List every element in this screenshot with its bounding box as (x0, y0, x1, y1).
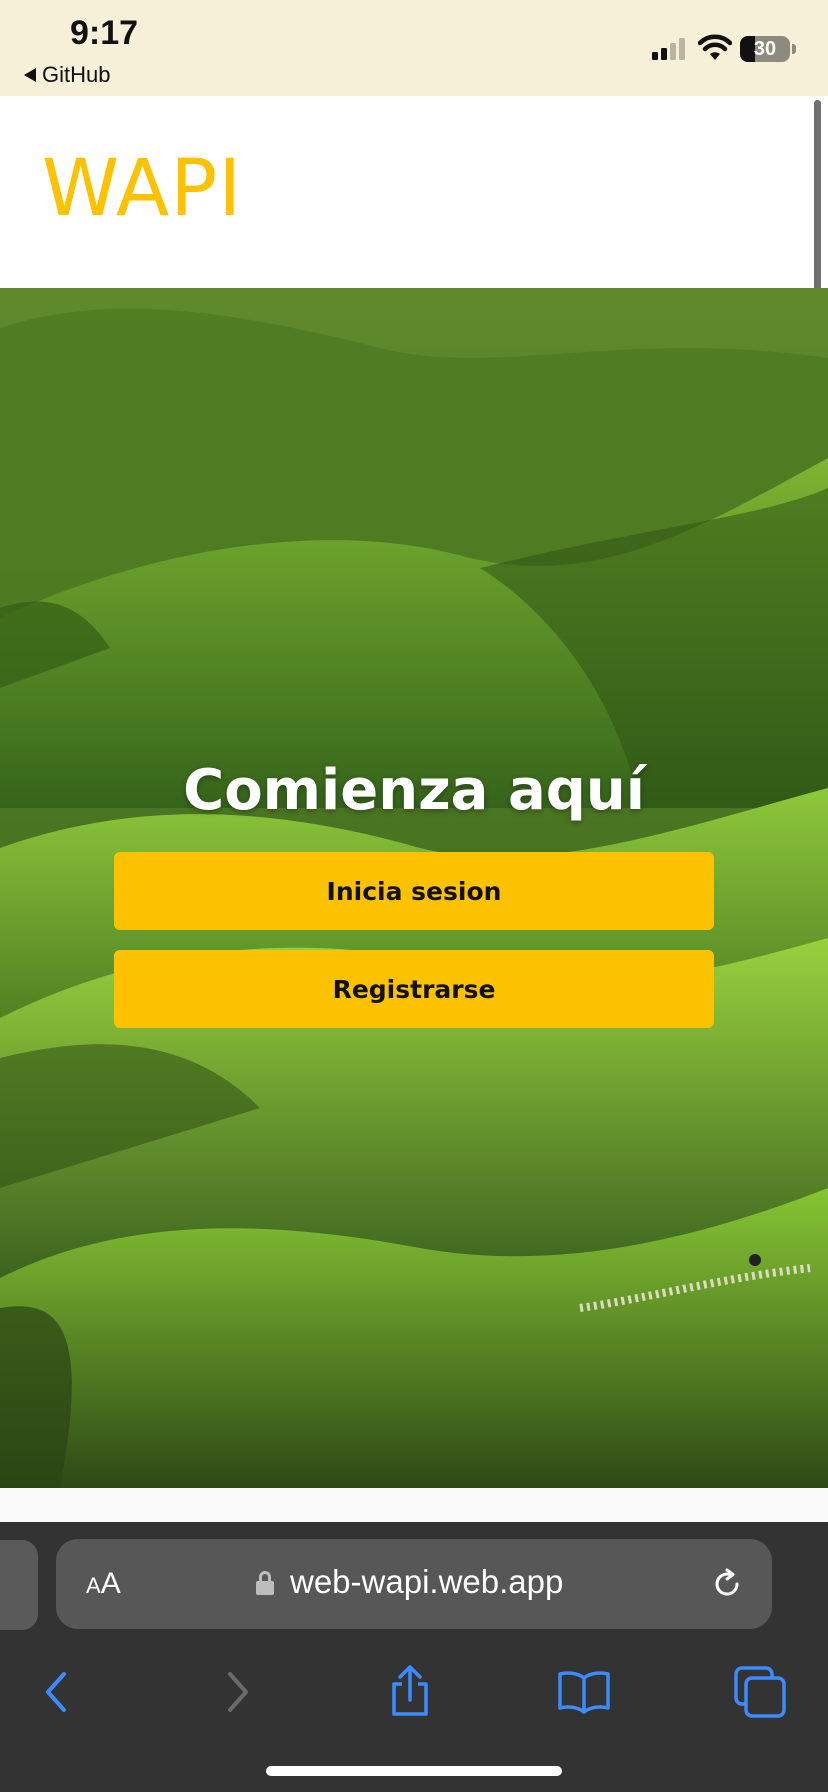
status-time: 9:17 (70, 14, 139, 52)
text-size-big-label: A (100, 1567, 121, 1600)
battery-icon: 30 (740, 36, 790, 62)
tabs-icon[interactable] (732, 1664, 788, 1720)
bookmarks-icon[interactable] (556, 1664, 612, 1720)
battery-percentage: 30 (753, 38, 777, 60)
back-to-app-link[interactable]: GitHub (24, 62, 110, 88)
forward-icon[interactable] (208, 1664, 264, 1720)
browser-chrome: AA web-wapi.web.app (0, 1522, 828, 1792)
url-text[interactable]: web-wapi.web.app (290, 1563, 563, 1601)
hero-title: Comienza aquí (183, 758, 645, 823)
page-footer-gap (0, 1488, 828, 1522)
back-app-label: GitHub (42, 62, 111, 87)
register-button[interactable]: Registrarse (114, 950, 714, 1028)
battery-tip (792, 44, 796, 54)
status-bar: 9:17 GitHub 30 (0, 0, 828, 96)
address-bar[interactable]: AA web-wapi.web.app (56, 1539, 772, 1629)
signal-icon (652, 38, 685, 60)
back-triangle-icon (24, 68, 36, 82)
text-size-small-label: A (86, 1573, 101, 1598)
login-button[interactable]: Inicia sesion (114, 852, 714, 930)
site-header: WAPI (0, 96, 828, 288)
back-icon[interactable] (30, 1664, 86, 1720)
browser-toolbar (0, 1642, 828, 1752)
wapi-logo[interactable]: WAPI (42, 144, 242, 234)
home-indicator[interactable] (266, 1766, 562, 1776)
text-size-button[interactable]: AA (86, 1567, 121, 1601)
previous-tab-peek[interactable] (0, 1540, 38, 1630)
lock-icon (256, 1571, 274, 1595)
reload-icon[interactable] (710, 1567, 744, 1601)
wifi-icon (698, 34, 732, 60)
share-icon[interactable] (382, 1664, 438, 1720)
hero-section: Comienza aquí Inicia sesion Registrarse (0, 288, 828, 1488)
